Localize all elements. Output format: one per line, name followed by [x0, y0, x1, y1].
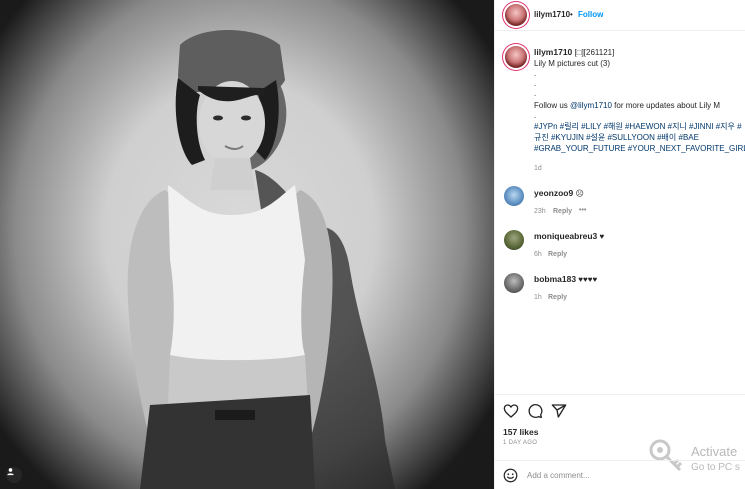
reply-button[interactable]: Reply — [553, 208, 572, 215]
tag-user-icon — [7, 468, 14, 476]
comment-content: bobma183 ♥♥♥♥ — [534, 274, 597, 285]
commenter-avatar[interactable] — [504, 186, 524, 206]
reply-button[interactable]: Reply — [548, 251, 567, 258]
comment-time[interactable]: 6h — [534, 251, 542, 258]
post-side-panel: lilym1710 • Follow lilym1710 [□][261121]… — [494, 0, 745, 489]
commenter-avatar[interactable] — [504, 273, 524, 293]
caption-username[interactable]: lilym1710 — [534, 47, 572, 57]
comment-text: ☹ — [575, 189, 584, 198]
follow-button[interactable]: Follow — [578, 10, 603, 20]
comment-username[interactable]: moniqueabreu3 — [534, 231, 597, 241]
photo-illustration — [127, 30, 395, 489]
author-avatar[interactable] — [505, 4, 527, 26]
caption-title: [□][261121] — [574, 48, 615, 57]
emoji-icon[interactable] — [503, 468, 518, 483]
follow-text-post: for more updates about Lily M — [611, 101, 720, 110]
comment-username[interactable]: bobma183 — [534, 274, 576, 284]
share-icon[interactable] — [551, 403, 567, 419]
comment-input[interactable]: Add a comment... — [527, 471, 590, 481]
comment-text: ♥♥♥♥ — [578, 275, 598, 284]
heart-icon[interactable] — [503, 403, 519, 419]
reply-button[interactable]: Reply — [548, 294, 567, 301]
likes-count[interactable]: 157 likes — [503, 427, 538, 437]
comment-username[interactable]: yeonzoo9 — [534, 188, 573, 198]
activation-watermark-title: Activate — [691, 444, 738, 459]
comment-text: ♥ — [599, 232, 605, 241]
caption-dot2: . — [534, 79, 537, 88]
comment-content: yeonzoo9 ☹ — [534, 188, 584, 199]
follow-text-pre: Follow us — [534, 101, 571, 110]
caption-header: lilym1710 [□][261121] — [534, 47, 614, 58]
hashtags-line2[interactable]: 규진 #KYUJIN #설윤 #SULLYOON #배이 #BAE — [534, 133, 699, 143]
tag-user-button[interactable] — [6, 467, 22, 483]
comment-content: moniqueabreu3 ♥ — [534, 231, 604, 242]
caption-dot4: . — [534, 111, 537, 120]
caption-dot1: . — [534, 69, 537, 78]
header-separator: • — [570, 10, 573, 19]
caption-dot3: . — [534, 89, 537, 98]
hashtags-line1[interactable]: #JYPn #릴리 #LILY #해원 #HAEWON #지니 #JINNI #… — [534, 122, 742, 132]
mention-link[interactable]: @lilym1710 — [570, 101, 612, 110]
caption-time[interactable]: 1d — [534, 165, 542, 172]
comment-time[interactable]: 1h — [534, 294, 542, 301]
commenter-avatar[interactable] — [504, 230, 524, 250]
caption-line1: Lily M pictures cut (3) — [534, 59, 611, 68]
comment-options-button[interactable]: ••• — [579, 207, 586, 214]
caption-avatar[interactable] — [505, 46, 527, 68]
post-photo[interactable] — [0, 0, 494, 489]
caption-follow-line: Follow us @lilym1710 for more updates ab… — [534, 101, 720, 111]
author-username[interactable]: lilym1710 — [534, 10, 570, 20]
post-date[interactable]: 1 DAY AGO — [503, 440, 537, 446]
comment-icon[interactable] — [527, 403, 543, 419]
add-comment-bar: Add a comment... — [495, 460, 745, 489]
hashtags-line3[interactable]: #GRAB_YOUR_FUTURE #YOUR_NEXT_FAVORITE_GI… — [534, 144, 745, 154]
post-header: lilym1710 • Follow — [495, 0, 745, 31]
comment-time[interactable]: 23h — [534, 208, 546, 215]
